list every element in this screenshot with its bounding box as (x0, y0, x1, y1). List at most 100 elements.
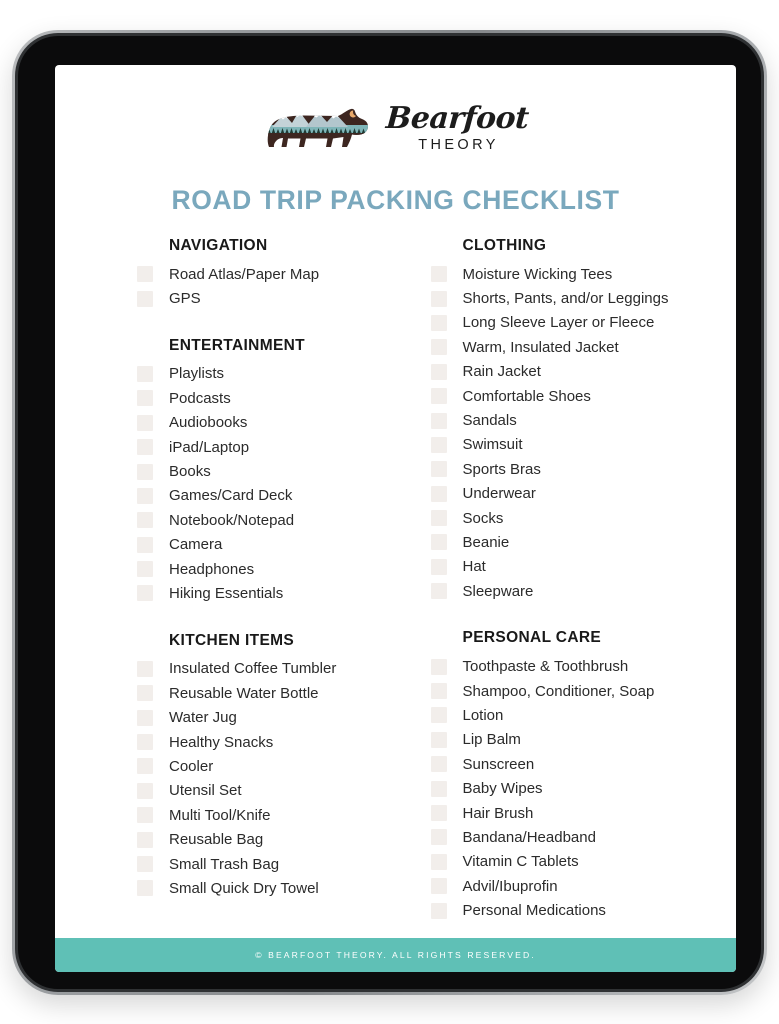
checklist-item[interactable]: Games/Card Deck (137, 484, 396, 508)
checklist-item-label: Small Trash Bag (169, 855, 280, 873)
checklist-item[interactable]: Cooler (137, 754, 396, 778)
checklist-item[interactable]: GPS (137, 286, 396, 310)
checklist-item[interactable]: Long Sleeve Layer or Fleece (430, 311, 737, 335)
checkbox-icon[interactable] (430, 805, 447, 821)
checklist-item[interactable]: Utensil Set (137, 779, 396, 803)
checklist-item[interactable]: Reusable Bag (137, 827, 396, 851)
checkbox-icon[interactable] (137, 439, 153, 456)
checkbox-icon[interactable] (430, 534, 447, 551)
checklist-item[interactable]: Small Quick Dry Towel (137, 876, 396, 900)
checkbox-icon[interactable] (430, 731, 447, 748)
checkbox-icon[interactable] (430, 683, 447, 700)
checkbox-icon[interactable] (430, 658, 447, 675)
checkbox-icon[interactable] (430, 363, 447, 380)
checklist-item[interactable]: Sports Bras (430, 457, 737, 481)
checklist-item[interactable]: Podcasts (137, 386, 396, 410)
checklist-item[interactable]: Hat (430, 555, 737, 579)
checkbox-icon[interactable] (430, 290, 447, 307)
checkbox-icon[interactable] (137, 561, 153, 578)
checkbox-icon[interactable] (137, 807, 153, 824)
checkbox-icon[interactable] (430, 902, 447, 919)
checkbox-icon[interactable] (430, 436, 447, 453)
checklist-item[interactable]: Road Atlas/Paper Map (137, 262, 396, 286)
checkbox-icon[interactable] (430, 412, 447, 429)
checkbox-icon[interactable] (430, 314, 447, 331)
checklist-item[interactable]: iPad/Laptop (137, 435, 396, 459)
checkbox-icon[interactable] (430, 707, 447, 724)
checkbox-icon[interactable] (430, 485, 447, 502)
checklist-item-label: Bandana/Headband (462, 828, 596, 846)
checkbox-icon[interactable] (430, 510, 447, 527)
checklist-item[interactable]: Lip Balm (430, 728, 737, 752)
checklist-item[interactable]: Water Jug (137, 705, 396, 729)
checklist-item[interactable]: Personal Medications (430, 898, 737, 922)
checkbox-icon[interactable] (137, 660, 153, 677)
checklist-item[interactable]: Beanie (430, 530, 737, 554)
checkbox-icon[interactable] (430, 558, 447, 575)
checkbox-icon[interactable] (430, 756, 447, 773)
checkbox-icon[interactable] (137, 880, 153, 897)
checklist-item-label: GPS (169, 290, 201, 308)
checklist-item[interactable]: Toothpaste & Toothbrush (430, 654, 737, 678)
checkbox-icon[interactable] (137, 365, 153, 382)
checklist-item[interactable]: Comfortable Shoes (430, 384, 737, 408)
checklist-item[interactable]: Multi Tool/Knife (137, 803, 396, 827)
checkbox-icon[interactable] (137, 487, 153, 504)
checklist-item[interactable]: Sunscreen (430, 752, 737, 776)
checklist-item[interactable]: Baby Wipes (430, 776, 737, 800)
checkbox-icon[interactable] (430, 266, 447, 283)
checklist-item[interactable]: Headphones (137, 557, 396, 581)
checklist-item[interactable]: Books (137, 459, 396, 483)
checklist-item-label: Rain Jacket (462, 363, 541, 381)
checkbox-icon[interactable] (430, 780, 447, 797)
checkbox-icon[interactable] (430, 829, 447, 846)
checklist-item[interactable]: Underwear (430, 482, 737, 506)
checkbox-icon[interactable] (137, 390, 153, 407)
checklist-item[interactable]: Reusable Water Bottle (137, 681, 396, 705)
checkbox-icon[interactable] (137, 685, 153, 702)
checklist-item[interactable]: Socks (430, 506, 737, 530)
checklist-item[interactable]: Audiobooks (137, 411, 396, 435)
checkbox-icon[interactable] (430, 853, 447, 870)
checkbox-icon[interactable] (137, 831, 153, 848)
checklist-item[interactable]: Hiking Essentials (137, 581, 396, 605)
checkbox-icon[interactable] (137, 290, 153, 307)
checklist-item[interactable]: Sandals (430, 408, 737, 432)
checklist-item[interactable]: Hair Brush (430, 801, 737, 825)
checklist-item[interactable]: Bandana/Headband (430, 825, 737, 849)
checklist-item[interactable]: Rain Jacket (430, 360, 737, 384)
checklist-item[interactable]: Shampoo, Conditioner, Soap (430, 679, 737, 703)
checkbox-icon[interactable] (137, 782, 153, 799)
checklist-item[interactable]: Playlists (137, 362, 396, 386)
checklist-item[interactable]: Vitamin C Tablets (430, 850, 737, 874)
checklist-item[interactable]: Warm, Insulated Jacket (430, 335, 737, 359)
checkbox-icon[interactable] (137, 585, 153, 602)
checkbox-icon[interactable] (137, 536, 153, 553)
checkbox-icon[interactable] (137, 734, 153, 751)
checkbox-icon[interactable] (137, 758, 153, 775)
checklist-item[interactable]: Camera (137, 533, 396, 557)
checklist-item[interactable]: Healthy Snacks (137, 730, 396, 754)
checklist-item[interactable]: Shorts, Pants, and/or Leggings (430, 286, 737, 310)
checkbox-icon[interactable] (137, 709, 153, 726)
checklist-item[interactable]: Sleepware (430, 579, 737, 603)
checkbox-icon[interactable] (137, 856, 153, 872)
checklist-item[interactable]: Small Trash Bag (137, 852, 396, 876)
checklist-item[interactable]: Moisture Wicking Tees (430, 262, 737, 286)
checkbox-icon[interactable] (137, 512, 153, 529)
checkbox-icon[interactable] (430, 461, 447, 478)
checkbox-icon[interactable] (137, 266, 153, 283)
checklist-item[interactable]: Notebook/Notepad (137, 508, 396, 532)
checklist-item[interactable]: Swimsuit (430, 433, 737, 457)
checkbox-icon[interactable] (137, 414, 153, 431)
checkbox-icon[interactable] (430, 388, 447, 405)
checkbox-icon[interactable] (137, 463, 153, 480)
checklist-item[interactable]: Insulated Coffee Tumbler (137, 657, 396, 681)
checklist-column-left: NAVIGATION Road Atlas/Paper Map GPS ENTERTA… (55, 237, 396, 923)
checkbox-icon[interactable] (430, 878, 447, 895)
checklist-item[interactable]: Advil/Ibuprofin (430, 874, 737, 898)
checklist-item[interactable]: Lotion (430, 703, 737, 727)
checkbox-icon[interactable] (430, 583, 447, 600)
section-heading: PERSONAL CARE (462, 629, 602, 647)
checkbox-icon[interactable] (430, 339, 447, 356)
